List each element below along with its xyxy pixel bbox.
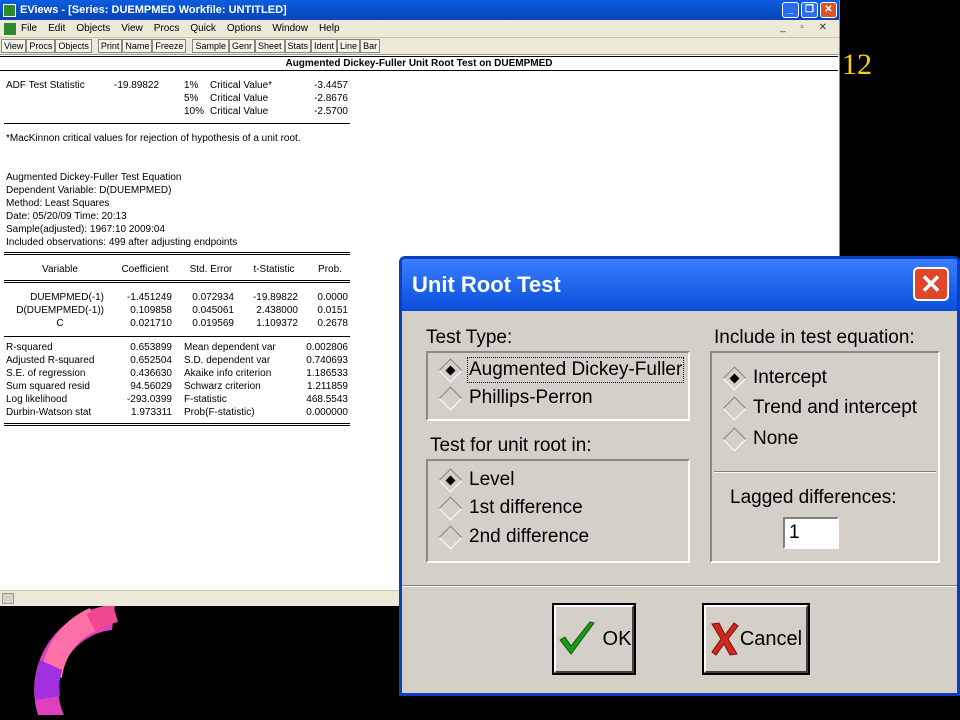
critical-label: Critical Value (210, 106, 269, 117)
toolbar-stats-button[interactable]: Stats (284, 39, 312, 53)
radio-2nd-difference[interactable]: 2nd difference (438, 524, 589, 550)
radio-icon (722, 395, 747, 421)
radio-trend-and-intercept[interactable]: Trend and intercept (722, 395, 917, 421)
critical-label: Critical Value (210, 93, 269, 104)
document-icon (4, 22, 16, 35)
equation-info-line: Augmented Dickey-Fuller Test Equation (6, 172, 182, 183)
equation-info-line: Dependent Variable: D(DUEMPMED) (6, 185, 172, 196)
toolbar-name-button[interactable]: Name (122, 39, 153, 53)
series-toolbar: View Procs Objects Print Name Freeze Sam… (0, 38, 839, 55)
dialog-footer-separator (402, 585, 957, 587)
scroll-left-icon[interactable] (2, 593, 14, 604)
cancel-x-icon (711, 622, 739, 656)
unit-root-in-label: Test for unit root in: (430, 435, 592, 456)
lagged-differences-input[interactable]: 1 (783, 517, 839, 549)
menu-help[interactable]: Help (319, 23, 340, 34)
minimize-button[interactable]: _ (782, 2, 799, 18)
toolbar-freeze-button[interactable]: Freeze (152, 39, 187, 53)
double-divider (4, 252, 350, 255)
separator (714, 471, 936, 473)
critical-level: 10% (184, 106, 205, 117)
menu-options[interactable]: Options (227, 23, 261, 34)
mdi-buttons[interactable]: _ ▫ ✕ (780, 22, 833, 33)
table-header: Variable (42, 264, 78, 275)
equation-info-line: Method: Least Squares (6, 198, 110, 209)
output-header: Augmented Dickey-Fuller Unit Root Test o… (0, 56, 838, 71)
radio-icon (438, 524, 463, 550)
toolbar-objects-button[interactable]: Objects (55, 39, 92, 53)
critical-value: -3.4457 (314, 80, 348, 91)
menu-edit[interactable]: Edit (48, 23, 65, 34)
eviews-titlebar: EViews - [Series: DUEMPMED Workfile: UNT… (0, 0, 839, 20)
unit-root-test-dialog: Unit Root Test ✕ Test Type: Augmented Di… (399, 256, 960, 696)
slide-number: 12 (842, 48, 872, 81)
toolbar-procs-button[interactable]: Procs (26, 39, 56, 53)
toolbar-genr-button[interactable]: Genr (228, 39, 255, 53)
radio-icon (722, 426, 747, 452)
radio-intercept[interactable]: Intercept (722, 365, 827, 391)
critical-level: 1% (184, 80, 199, 91)
divider (4, 336, 350, 337)
eviews-app-icon (3, 3, 16, 17)
decorative-swirl (34, 602, 118, 715)
toolbar-print-button[interactable]: Print (97, 39, 123, 53)
lagged-differences-label: Lagged differences: (730, 487, 897, 508)
toolbar-sheet-button[interactable]: Sheet (254, 39, 285, 53)
radio-selected-icon (722, 365, 747, 391)
maximize-button[interactable]: ❐ (801, 2, 818, 18)
equation-info-line: Sample(adjusted): 1967:10 2009:04 (6, 224, 166, 235)
menu-objects[interactable]: Objects (76, 23, 110, 34)
include-label: Include in test equation: (714, 327, 915, 348)
divider (4, 123, 350, 124)
menu-file[interactable]: File (21, 23, 37, 34)
radio-level[interactable]: Level (438, 467, 514, 493)
critical-label: Critical Value* (210, 80, 273, 91)
window-title: EViews - [Series: DUEMPMED Workfile: UNT… (20, 4, 287, 16)
table-header: Std. Error (189, 264, 233, 275)
double-divider (4, 423, 350, 426)
radio-phillips-perron[interactable]: Phillips-Perron (438, 385, 593, 411)
adf-value: -19.89822 (114, 80, 160, 91)
menu-quick[interactable]: Quick (190, 23, 216, 34)
menu-view[interactable]: View (121, 23, 143, 34)
radio-selected-icon (438, 467, 463, 493)
ok-button[interactable]: OK (552, 603, 636, 675)
equation-info-line: Date: 05/20/09 Time: 20:13 (6, 211, 127, 222)
table-header: t-Statistic (253, 264, 295, 275)
radio-selected-icon (438, 357, 463, 383)
menu-procs[interactable]: Procs (154, 23, 180, 34)
radio-augmented-dickey-fuller[interactable]: Augmented Dickey-Fuller (438, 357, 685, 383)
close-button[interactable]: ✕ (820, 2, 837, 18)
menu-window[interactable]: Window (272, 23, 308, 34)
toolbar-bar-button[interactable]: Bar (360, 39, 381, 53)
toolbar-ident-button[interactable]: Ident (311, 39, 338, 53)
toolbar-view-button[interactable]: View (1, 39, 27, 53)
dialog-close-button[interactable]: ✕ (913, 267, 949, 301)
toolbar-line-button[interactable]: Line (337, 39, 361, 53)
critical-value: -2.8676 (314, 93, 348, 104)
radio-none[interactable]: None (722, 426, 798, 452)
dialog-titlebar: Unit Root Test ✕ (402, 259, 957, 311)
critical-level: 5% (184, 93, 199, 104)
table-header: Prob. (318, 264, 342, 275)
adf-label: ADF Test Statistic (6, 80, 85, 91)
test-type-label: Test Type: (426, 327, 513, 348)
menubar: File Edit Objects View Procs Quick Optio… (0, 20, 839, 38)
double-divider (4, 280, 350, 283)
cancel-button[interactable]: Cancel (702, 603, 810, 675)
radio-icon (438, 385, 463, 411)
radio-icon (438, 495, 463, 521)
footnote: *MacKinnon critical values for rejection… (6, 133, 301, 144)
toolbar-sample-button[interactable]: Sample (192, 39, 229, 53)
checkmark-icon (558, 621, 595, 655)
table-header: Coefficient (121, 264, 169, 275)
critical-value: -2.5700 (314, 106, 348, 117)
radio-1st-difference[interactable]: 1st difference (438, 495, 583, 521)
dialog-title: Unit Root Test (412, 272, 561, 297)
equation-info-line: Included observations: 499 after adjusti… (6, 237, 238, 248)
